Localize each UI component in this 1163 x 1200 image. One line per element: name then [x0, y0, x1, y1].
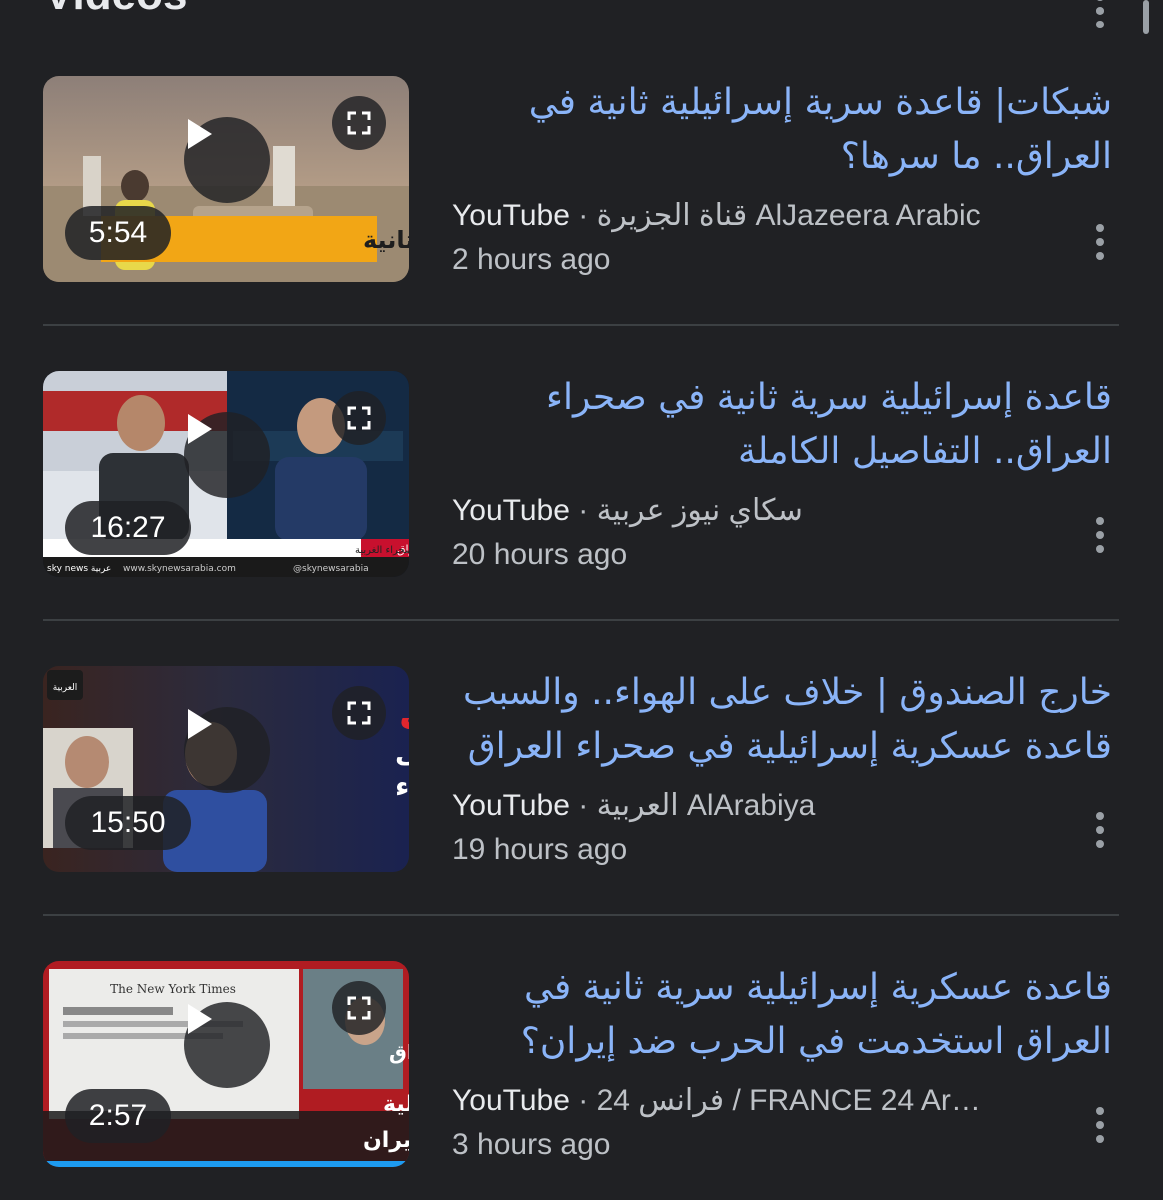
video-meta: YouTube · العربية AlArabiya: [452, 784, 1072, 828]
duration-badge: 16:27: [65, 501, 191, 555]
thumbnail-caption-2: قاعدة عسكرية إسرائيلية: [383, 1092, 409, 1117]
thumbnail-paper: The New York Times: [110, 982, 236, 996]
thumbnail-caption-1: خلاف: [399, 693, 409, 737]
meta-separator: ·: [569, 789, 597, 822]
scrollbar-thumb[interactable]: [1143, 0, 1149, 34]
video-result[interactable]: قاعدة إسرائيلية ثانية 5:54 شبكات| قاعدة …: [0, 76, 1163, 306]
duration-badge: 15:50: [65, 796, 191, 850]
more-vert-icon: [1096, 1107, 1104, 1115]
video-channel: سكاي نيوز عربية: [596, 494, 803, 527]
more-options-button[interactable]: [1087, 1107, 1113, 1143]
video-meta: YouTube · سكاي نيوز عربية: [452, 489, 1072, 533]
divider: [43, 619, 1119, 621]
section-title: Videos: [44, 0, 187, 20]
meta-separator: ·: [569, 1084, 597, 1117]
play-button[interactable]: [184, 707, 270, 793]
video-time: 20 hours ago: [452, 538, 628, 571]
video-results-page: Videos: [0, 0, 1163, 1200]
video-result[interactable]: العربية خلاف حاد على الهواء 15:50 خارج ا…: [0, 666, 1163, 896]
thumbnail-caption-1: العراق: [389, 1040, 409, 1064]
play-button[interactable]: [184, 1002, 270, 1088]
video-source: YouTube: [452, 789, 570, 822]
expand-button[interactable]: [332, 96, 386, 150]
video-time: 3 hours ago: [452, 1128, 611, 1161]
more-vert-icon: [1096, 0, 1104, 2]
expand-icon: [347, 996, 371, 1020]
play-icon: [188, 414, 212, 444]
play-icon: [188, 119, 212, 149]
more-vert-icon: [1096, 812, 1104, 820]
video-time: 19 hours ago: [452, 833, 628, 866]
video-title-link[interactable]: شبكات| قاعدة سرية إسرائيلية ثانية في الع…: [452, 76, 1112, 184]
expand-icon: [347, 111, 371, 135]
thumbnail-caption: قاعدة إسرائيلية ثانية: [363, 226, 409, 254]
more-options-button[interactable]: [1087, 517, 1113, 553]
thumbnail-logo: sky news عربية: [47, 564, 111, 574]
video-title-link[interactable]: قاعدة عسكرية إسرائيلية سرية ثانية في الع…: [452, 961, 1112, 1069]
thumbnail-logo: العربية: [53, 683, 78, 693]
video-channel: العربية AlArabiya: [596, 789, 816, 822]
video-channel: فرانس 24 / FRANCE 24 Ar…: [596, 1084, 981, 1117]
play-icon: [188, 1004, 212, 1034]
more-options-button[interactable]: [1087, 812, 1113, 848]
expand-icon: [347, 406, 371, 430]
divider: [43, 914, 1119, 916]
section-more-button[interactable]: [1087, 0, 1113, 28]
expand-icon: [347, 701, 371, 725]
video-time: 2 hours ago: [452, 243, 611, 276]
more-vert-icon: [1096, 517, 1104, 525]
expand-button[interactable]: [332, 391, 386, 445]
video-source: YouTube: [452, 1084, 570, 1117]
video-thumbnail[interactable]: The New York Times العراق قاعدة عسكرية إ…: [43, 961, 409, 1167]
divider: [43, 324, 1119, 326]
thumbnail-site: www.skynewsarabia.com: [123, 564, 236, 574]
video-channel: قناة الجزيرة AlJazeera Arabic: [596, 199, 981, 232]
video-source: YouTube: [452, 199, 570, 232]
video-result[interactable]: العراق إسرائيل أقامت قاعدتين سريتين في ا…: [0, 371, 1163, 601]
video-thumbnail[interactable]: العراق إسرائيل أقامت قاعدتين سريتين في ا…: [43, 371, 409, 577]
expand-button[interactable]: [332, 686, 386, 740]
video-source: YouTube: [452, 494, 570, 527]
duration-badge: 5:54: [65, 206, 171, 260]
more-options-button[interactable]: [1087, 224, 1113, 260]
thumbnail-handle: @skynewsarabia: [293, 564, 369, 574]
thumbnail-caption-3: الهواء: [395, 770, 409, 803]
video-thumbnail[interactable]: قاعدة إسرائيلية ثانية 5:54: [43, 76, 409, 282]
expand-button[interactable]: [332, 981, 386, 1035]
thumbnail-caption: إسرائيل أقامت قاعدتين سريتين في الصحراء …: [355, 543, 409, 556]
meta-separator: ·: [569, 494, 597, 527]
play-button[interactable]: [184, 412, 270, 498]
video-thumbnail[interactable]: العربية خلاف حاد على الهواء 15:50: [43, 666, 409, 872]
play-button[interactable]: [184, 117, 270, 203]
play-icon: [188, 709, 212, 739]
duration-badge: 2:57: [65, 1089, 171, 1143]
video-meta: YouTube · فرانس 24 / FRANCE 24 Ar…: [452, 1079, 1072, 1123]
video-result[interactable]: The New York Times العراق قاعدة عسكرية إ…: [0, 961, 1163, 1191]
more-vert-icon: [1096, 224, 1104, 232]
video-title-link[interactable]: خارج الصندوق | خلاف على الهواء.. والسبب …: [452, 666, 1112, 774]
thumbnail-caption-3: ثانية استخدمت ضد إيران: [363, 1128, 409, 1153]
meta-separator: ·: [569, 199, 597, 232]
video-title-link[interactable]: قاعدة إسرائيلية سرية ثانية في صحراء العر…: [452, 371, 1112, 479]
video-meta: YouTube · قناة الجزيرة AlJazeera Arabic: [452, 194, 1072, 238]
thumbnail-caption-2: حاد على: [395, 736, 409, 769]
